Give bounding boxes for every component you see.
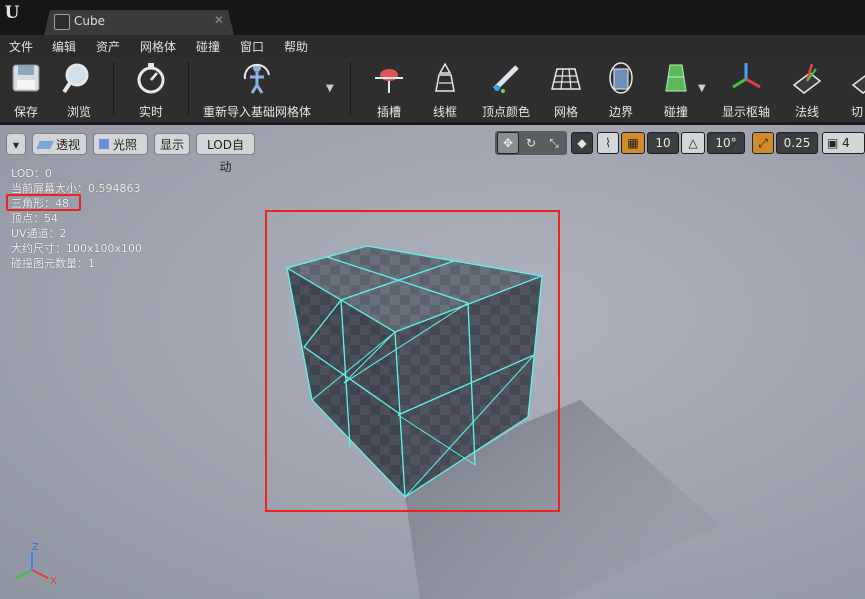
- menu-edit[interactable]: 编辑: [52, 38, 76, 55]
- tab-title: Cube: [74, 14, 105, 28]
- menu-collision[interactable]: 碰撞: [196, 38, 220, 55]
- rotate-snap-icon[interactable]: △: [681, 132, 705, 154]
- stat-lod: LOD：0: [11, 167, 52, 180]
- stat-approx-size: 大约尺寸：100x100x100: [11, 242, 143, 255]
- reimport-label: 重新导入基础网格体: [202, 105, 311, 119]
- show-pivot-label: 显示枢轴: [721, 105, 770, 119]
- rotate-snap-text: 10°: [715, 136, 737, 150]
- save-label: 保存: [13, 105, 38, 119]
- toolbar-separator: [188, 62, 189, 116]
- scale-tool-icon[interactable]: ⤡: [543, 132, 565, 154]
- cube-highlight-box: [265, 210, 560, 512]
- perspective-icon: [36, 141, 54, 149]
- socket-icon: [375, 69, 403, 93]
- reimport-dropdown-icon[interactable]: ▼: [326, 83, 334, 94]
- tangents-label: 切: [851, 105, 864, 119]
- wireframe-icon: [435, 62, 455, 92]
- static-mesh-icon: [54, 14, 70, 30]
- lit-cube-icon: [99, 139, 109, 149]
- triangles-highlight-box: [6, 194, 81, 211]
- wireframe-label: 线框: [432, 105, 457, 119]
- normals-button[interactable]: 法线: [788, 58, 826, 120]
- viewport-options-button[interactable]: ▾: [6, 133, 26, 155]
- menu-window[interactable]: 窗口: [240, 38, 264, 55]
- normals-icon: [792, 63, 822, 94]
- menu-mesh[interactable]: 网格体: [140, 38, 176, 55]
- show-button[interactable]: 显示: [154, 133, 190, 155]
- perspective-button[interactable]: 透视: [32, 133, 87, 155]
- menu-asset[interactable]: 资产: [96, 38, 120, 55]
- tangents-button[interactable]: 切: [845, 58, 865, 120]
- realtime-label: 实时: [138, 105, 163, 119]
- browse-icon: [62, 63, 89, 94]
- grid-icon: [551, 68, 581, 90]
- show-pivot-button[interactable]: 显示枢轴: [718, 58, 774, 120]
- lit-label: 光照: [113, 138, 138, 152]
- translate-tool-icon[interactable]: ✥: [497, 132, 519, 154]
- stat-uv-channels: UV通道：2: [11, 227, 67, 240]
- collision-button[interactable]: 碰撞: [655, 58, 697, 120]
- vertex-color-button[interactable]: 顶点颜色: [478, 58, 534, 120]
- realtime-icon: [137, 63, 165, 94]
- camera-speed-text: 4: [842, 136, 850, 150]
- grid-label: 网格: [553, 105, 578, 119]
- vertex-color-icon: [493, 65, 519, 93]
- unreal-logo-icon: U: [4, 3, 20, 23]
- close-tab-icon[interactable]: ✕: [214, 13, 224, 27]
- socket-label: 插槽: [376, 105, 401, 119]
- surface-snap-icon[interactable]: ⌇: [597, 132, 619, 154]
- vertex-color-label: 顶点颜色: [481, 105, 530, 119]
- normals-label: 法线: [794, 105, 819, 119]
- wireframe-button[interactable]: 线框: [426, 58, 464, 120]
- stat-collision-primitives: 碰撞图元数量：1: [11, 257, 95, 270]
- menu-file[interactable]: 文件: [9, 38, 33, 55]
- collision-label: 碰撞: [663, 105, 688, 119]
- camera-speed-button[interactable]: ▣ 4: [822, 132, 865, 154]
- menu-bar: [0, 35, 865, 58]
- bounds-label: 边界: [608, 105, 633, 119]
- save-icon: [12, 64, 40, 92]
- toolbar-separator: [113, 62, 114, 116]
- stat-vertices: 顶点：54: [11, 212, 58, 225]
- axis-gizmo-icon: Z X: [15, 542, 57, 587]
- bounds-icon: [609, 62, 633, 94]
- realtime-button[interactable]: 实时: [128, 58, 174, 120]
- grid-snap-value[interactable]: 10: [647, 132, 679, 154]
- reimport-button[interactable]: 重新导入基础网格体: [198, 58, 316, 120]
- axis-x-label: X: [50, 576, 57, 587]
- toolbar-separator: [350, 62, 351, 116]
- lit-button[interactable]: 光照: [93, 133, 148, 155]
- menu-help[interactable]: 帮助: [284, 38, 308, 55]
- socket-button[interactable]: 插槽: [368, 58, 410, 120]
- lod-button[interactable]: LOD自动: [196, 133, 255, 174]
- reimport-icon: [243, 63, 270, 94]
- camera-icon: ▣: [827, 136, 839, 150]
- show-label: 显示: [160, 138, 185, 152]
- save-button[interactable]: 保存: [6, 58, 46, 120]
- perspective-label: 透视: [56, 138, 81, 152]
- pivot-icon: [732, 63, 761, 89]
- bounds-button[interactable]: 边界: [600, 58, 642, 120]
- grid-snap-icon[interactable]: ▦: [621, 132, 645, 154]
- world-local-icon[interactable]: ◆: [571, 132, 593, 154]
- axis-z-label: Z: [32, 542, 39, 553]
- scale-snap-text: 0.25: [783, 136, 811, 150]
- browse-button[interactable]: 浏览: [58, 58, 100, 120]
- grid-snap-text: 10: [655, 136, 671, 150]
- rotate-snap-value[interactable]: 10°: [707, 132, 745, 154]
- scale-snap-icon[interactable]: ⤢: [752, 132, 774, 154]
- collision-dropdown-icon[interactable]: ▼: [698, 83, 706, 94]
- scale-snap-value[interactable]: 0.25: [776, 132, 818, 154]
- collision-icon: [665, 64, 687, 92]
- rotate-tool-icon[interactable]: ↻: [520, 132, 542, 154]
- grid-button[interactable]: 网格: [544, 58, 588, 120]
- tangents-icon: [851, 75, 865, 94]
- asset-tab[interactable]: [44, 10, 234, 35]
- browse-label: 浏览: [66, 105, 91, 119]
